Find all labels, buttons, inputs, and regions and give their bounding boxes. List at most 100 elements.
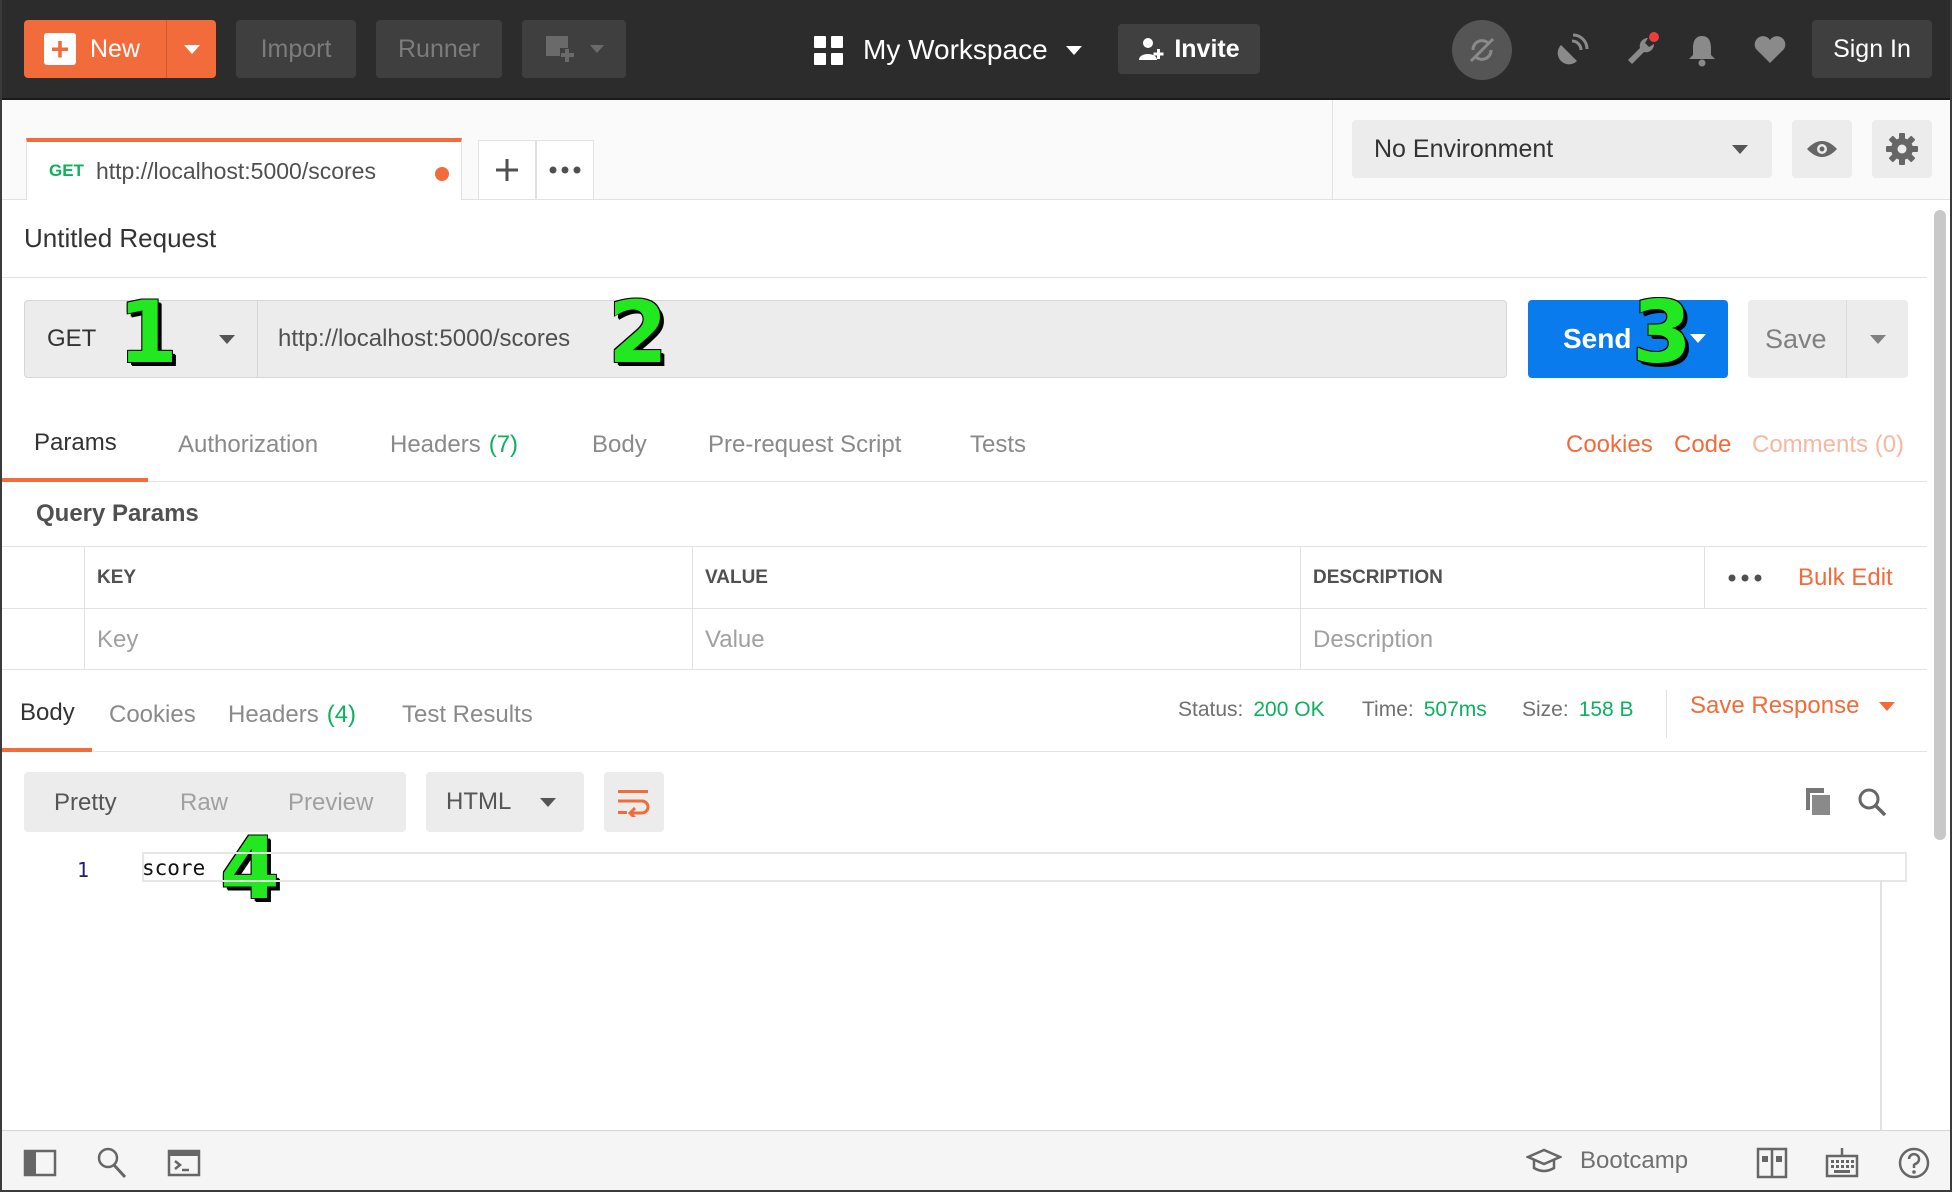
request-title[interactable]: Untitled Request: [2, 200, 1927, 278]
gear-icon: [1886, 133, 1918, 165]
response-tab-body[interactable]: Body: [2, 678, 92, 752]
tab-authorization[interactable]: Authorization: [178, 408, 318, 482]
wrap-lines-icon: [618, 790, 650, 817]
chevron-down-icon: [590, 45, 604, 53]
annotation-3: 3: [1632, 283, 1692, 383]
tab-pre-request-label: Pre-request Script: [708, 431, 902, 458]
runner-button[interactable]: Runner: [376, 20, 502, 78]
table-options-button[interactable]: [1704, 547, 1784, 609]
copy-icon[interactable]: [1802, 786, 1834, 818]
code-link[interactable]: Code: [1674, 408, 1731, 482]
environment-select[interactable]: No Environment: [1352, 120, 1772, 178]
satellite-icon[interactable]: [1550, 28, 1594, 72]
tab-headers-label: Headers: [390, 431, 481, 458]
invite-button[interactable]: Invite: [1118, 24, 1260, 74]
active-line-highlight: [142, 852, 1907, 882]
response-time: Time: 507ms: [1362, 698, 1487, 722]
cookies-link[interactable]: Cookies: [1566, 408, 1653, 482]
workspace-grid-icon: [814, 35, 843, 65]
view-raw-button[interactable]: Raw: [180, 789, 228, 817]
save-dropdown-button[interactable]: [1846, 300, 1908, 378]
sync-status-button[interactable]: [1452, 20, 1512, 80]
response-status: Status: 200 OK: [1178, 698, 1325, 722]
keyboard-shortcuts-icon[interactable]: [1824, 1145, 1860, 1181]
size-label: Size:: [1522, 698, 1569, 721]
page-scrollbar[interactable]: [1934, 210, 1946, 840]
sign-in-button[interactable]: Sign In: [1812, 20, 1932, 78]
new-window-icon: [546, 36, 574, 62]
status-bar: Bootcamp: [2, 1130, 1950, 1190]
size-value: 158 B: [1578, 698, 1634, 721]
bootcamp-label: Bootcamp: [1580, 1147, 1689, 1174]
tab-tests[interactable]: Tests: [970, 408, 1026, 482]
send-button[interactable]: Send: [1528, 300, 1728, 378]
response-body-text: score: [142, 856, 206, 880]
response-format-label: HTML: [446, 788, 512, 815]
bell-icon[interactable]: [1680, 28, 1724, 72]
response-headers-count: (4): [326, 701, 357, 728]
invite-label: Invite: [1174, 34, 1240, 63]
import-button[interactable]: Import: [236, 20, 356, 78]
response-tab-cookies-label: Cookies: [109, 701, 196, 728]
workspace-switcher[interactable]: My Workspace: [814, 22, 1082, 78]
view-pretty-button[interactable]: Pretty: [54, 789, 117, 817]
new-dropdown-button[interactable]: [166, 20, 216, 78]
wrap-lines-button[interactable]: [604, 772, 664, 832]
tab-body[interactable]: Body: [592, 408, 647, 482]
column-header-value: VALUE: [692, 547, 1300, 609]
status-label: Status:: [1178, 698, 1244, 721]
chevron-down-icon: [1690, 334, 1706, 343]
app-window: + New Import Runner My Workspace Invite …: [0, 0, 1952, 1192]
line-number: 1: [77, 858, 90, 882]
tab-headers-count: (7): [488, 431, 519, 458]
description-input[interactable]: Description: [1300, 609, 1927, 670]
new-button-label: New: [90, 34, 141, 63]
bootcamp-button[interactable]: Bootcamp: [1526, 1147, 1688, 1175]
comments-link[interactable]: Comments (0): [1752, 408, 1904, 482]
tab-tests-label: Tests: [970, 431, 1027, 458]
find-icon[interactable]: [94, 1145, 130, 1181]
key-input[interactable]: Key: [84, 609, 692, 670]
sync-off-icon: [1469, 37, 1495, 63]
tab-params[interactable]: Params: [2, 408, 148, 482]
divider: [1666, 690, 1667, 738]
toggle-sidebar-icon[interactable]: [22, 1145, 58, 1181]
two-pane-view-icon[interactable]: [1754, 1145, 1790, 1181]
view-preview-button[interactable]: Preview: [288, 789, 373, 817]
new-button[interactable]: + New: [24, 20, 216, 78]
tab-pre-request-script[interactable]: Pre-request Script: [708, 408, 901, 482]
environment-label: No Environment: [1374, 134, 1554, 163]
response-format-select[interactable]: HTML: [426, 772, 584, 832]
table-row: Key Value Description: [2, 609, 1927, 671]
response-tab-headers[interactable]: Headers (4): [228, 678, 356, 752]
eye-icon: [1807, 141, 1837, 157]
editor-scrollbar[interactable]: [1880, 880, 1882, 1130]
save-response-button[interactable]: Save Response: [1690, 692, 1896, 720]
console-icon[interactable]: [166, 1145, 202, 1181]
wrench-icon[interactable]: [1620, 28, 1664, 72]
response-tab-test-results[interactable]: Test Results: [402, 678, 533, 752]
response-tab-cookies[interactable]: Cookies: [109, 678, 196, 752]
url-value: http://localhost:5000/scores: [278, 325, 571, 352]
save-response-label: Save Response: [1690, 692, 1860, 719]
value-input[interactable]: Value: [692, 609, 1300, 670]
plus-icon: +: [44, 33, 76, 65]
url-input[interactable]: http://localhost:5000/scores: [257, 300, 1507, 378]
response-body-editor[interactable]: 1 score: [2, 852, 1907, 1130]
new-window-button[interactable]: [522, 20, 626, 78]
response-tab-test-results-label: Test Results: [402, 701, 533, 728]
bulk-edit-link[interactable]: Bulk Edit: [1784, 547, 1894, 609]
chevron-down-icon: [219, 335, 235, 344]
search-icon[interactable]: [1856, 786, 1888, 818]
environment-quick-look-button[interactable]: [1792, 120, 1852, 178]
save-button[interactable]: Save: [1748, 300, 1908, 378]
help-icon[interactable]: [1896, 1145, 1932, 1181]
tab-headers[interactable]: Headers (7): [390, 408, 518, 482]
save-label: Save: [1765, 323, 1827, 354]
manage-environments-button[interactable]: [1872, 120, 1932, 178]
time-value: 507ms: [1423, 698, 1487, 721]
tab-body-label: Body: [592, 431, 647, 458]
column-header-key: KEY: [84, 547, 692, 609]
time-label: Time:: [1362, 698, 1414, 721]
heart-icon[interactable]: [1748, 28, 1792, 72]
